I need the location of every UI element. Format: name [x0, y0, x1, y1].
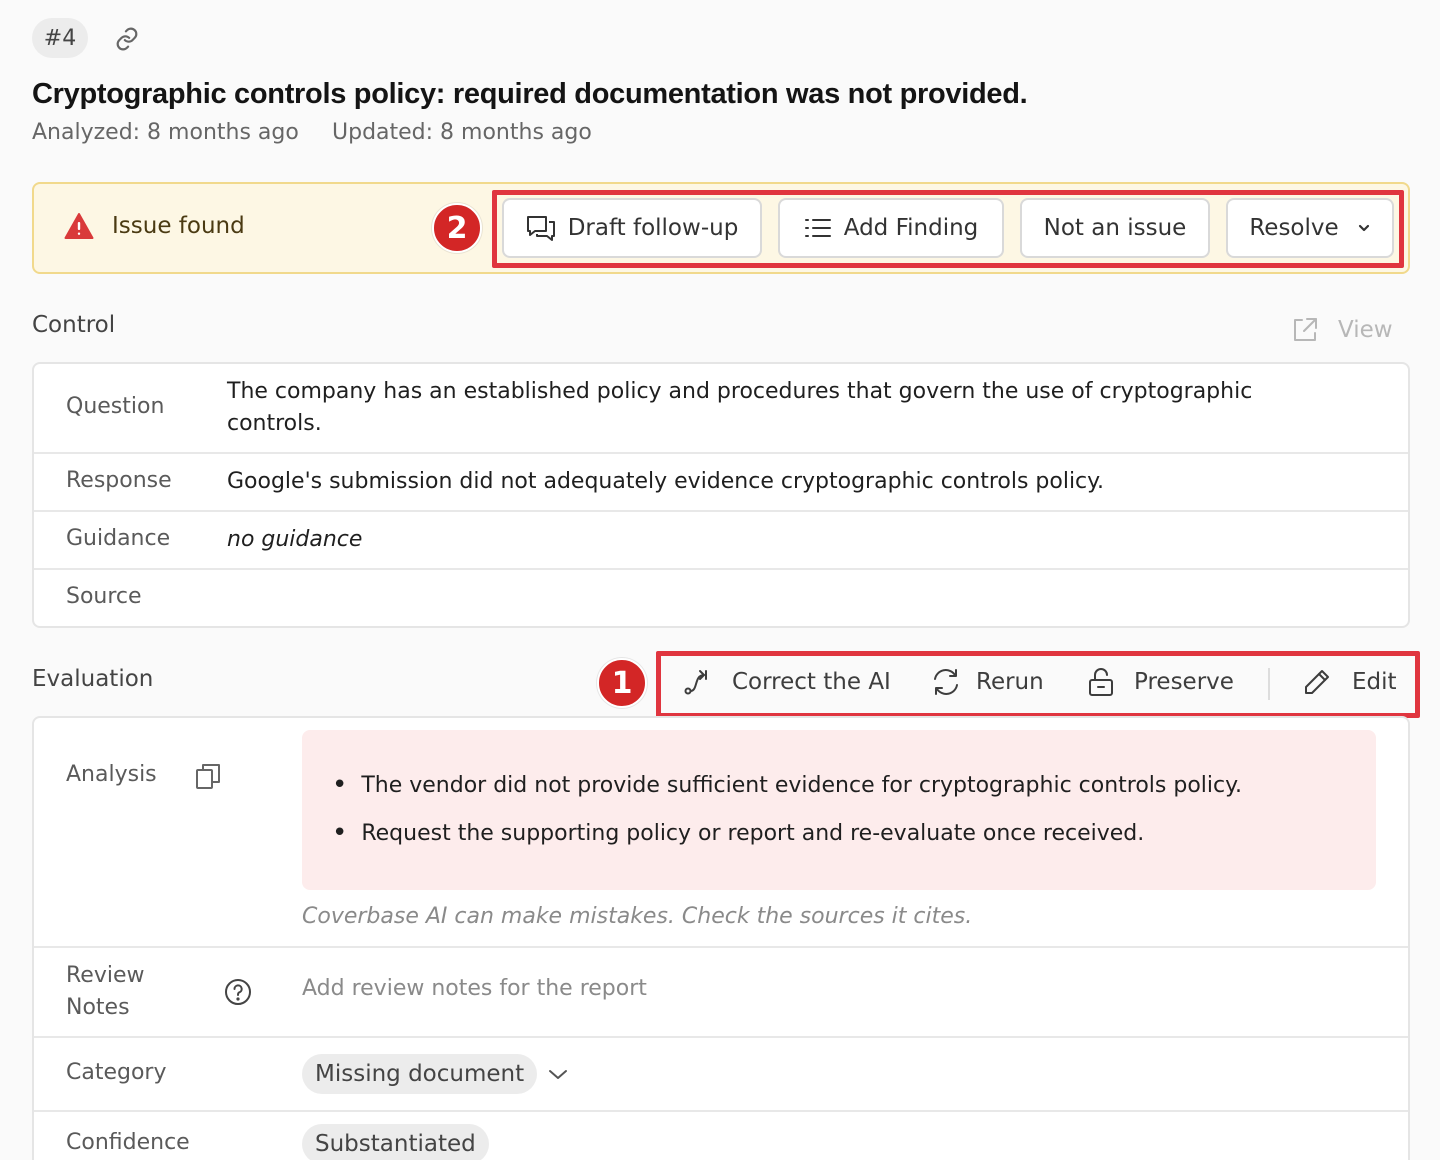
- preserve-button[interactable]: Preserve: [1086, 667, 1234, 697]
- external-link-icon: [1294, 318, 1317, 341]
- callout-badge-2: 2: [432, 203, 482, 253]
- view-control-link[interactable]: View: [1290, 315, 1393, 345]
- guidance-label: Guidance: [66, 526, 171, 551]
- question-value: The company has an established policy an…: [227, 379, 1253, 436]
- category-label: Category: [66, 1060, 167, 1085]
- analysis-label: Analysis: [66, 762, 157, 787]
- callout-badge-1: 1: [597, 658, 647, 708]
- review-notes-label: Review Notes: [66, 963, 145, 1020]
- rerun-button[interactable]: Rerun: [930, 667, 1044, 697]
- confidence-pill[interactable]: Substantiated: [302, 1124, 489, 1160]
- resolve-dropdown-button[interactable]: Resolve: [1226, 198, 1394, 258]
- help-icon[interactable]: [224, 978, 252, 1006]
- divider: [34, 568, 1408, 570]
- unlock-icon: [1089, 668, 1113, 696]
- copy-icon[interactable]: [194, 762, 222, 790]
- divider: [34, 946, 1408, 948]
- rerun-label: Rerun: [976, 669, 1044, 695]
- updated-timestamp: Updated: 8 months ago: [332, 120, 592, 145]
- evaluation-section-title: Evaluation: [32, 666, 154, 692]
- refresh-icon: [934, 669, 958, 695]
- correct-ai-label: Correct the AI: [732, 669, 891, 695]
- draft-followup-button[interactable]: Draft follow-up: [502, 198, 762, 258]
- response-label: Response: [66, 468, 172, 493]
- link-icon[interactable]: [114, 26, 140, 52]
- page-title: Cryptographic controls policy: required …: [32, 78, 1028, 110]
- analysis-point: The vendor did not provide sufficient ev…: [332, 770, 1242, 800]
- view-label: View: [1338, 317, 1393, 343]
- correct-ai-button[interactable]: Correct the AI: [682, 667, 891, 697]
- not-an-issue-button[interactable]: Not an issue: [1020, 198, 1210, 258]
- route-icon: [684, 670, 707, 695]
- control-section-title: Control: [32, 312, 116, 338]
- list-icon: [804, 219, 831, 237]
- category-pill: Missing document: [302, 1054, 538, 1094]
- source-label: Source: [66, 584, 142, 609]
- edit-label: Edit: [1352, 669, 1397, 695]
- divider: [34, 510, 1408, 512]
- pencil-icon: [1305, 670, 1329, 694]
- draft-followup-label: Draft follow-up: [567, 215, 739, 241]
- issue-number-chip: #4: [32, 18, 88, 58]
- add-finding-label: Add Finding: [843, 215, 979, 241]
- resolve-label: Resolve: [1249, 215, 1339, 241]
- confidence-label: Confidence: [66, 1130, 190, 1155]
- divider: [34, 1110, 1408, 1112]
- divider: [34, 1036, 1408, 1038]
- add-finding-button[interactable]: Add Finding: [778, 198, 1004, 258]
- analyzed-timestamp: Analyzed: 8 months ago: [32, 120, 299, 145]
- chat-icon: [526, 216, 555, 241]
- chevron-down-icon: [1358, 224, 1369, 232]
- warning-icon: [64, 213, 94, 239]
- guidance-value: no guidance: [227, 527, 363, 552]
- category-select[interactable]: Missing document: [302, 1054, 569, 1094]
- edit-button[interactable]: Edit: [1302, 667, 1397, 697]
- toolbar-divider: [1268, 668, 1270, 700]
- divider: [34, 452, 1408, 454]
- question-label: Question: [66, 394, 165, 419]
- status-text: Issue found: [112, 213, 245, 239]
- not-an-issue-label: Not an issue: [1043, 215, 1187, 241]
- chevron-down-icon: [549, 1070, 568, 1079]
- analysis-content: [302, 730, 1376, 890]
- ai-disclaimer: Coverbase AI can make mistakes. Check th…: [302, 904, 973, 929]
- review-notes-input[interactable]: Add review notes for the report: [302, 976, 647, 1001]
- preserve-label: Preserve: [1134, 669, 1234, 695]
- analysis-point: Request the supporting policy or report …: [332, 818, 1144, 848]
- response-value: Google's submission did not adequately e…: [227, 469, 1105, 494]
